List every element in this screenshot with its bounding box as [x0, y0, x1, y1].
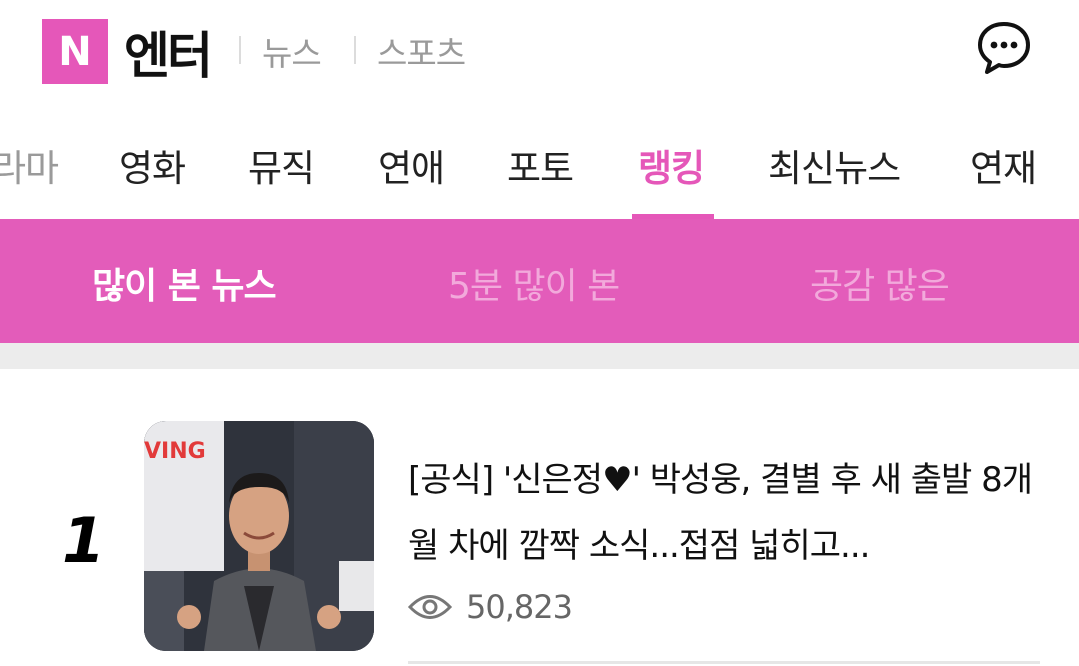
nav-item-entertainment[interactable]: 연애 — [378, 138, 445, 192]
list-divider — [408, 661, 1040, 664]
nav-item-ranking[interactable]: 랭킹 — [638, 138, 705, 192]
article-thumbnail[interactable]: VING — [144, 421, 374, 651]
rank-number: 1 — [62, 504, 106, 577]
app-header: N 엔터 뉴스 스포츠 — [0, 0, 1079, 100]
app-title[interactable]: 엔터 — [124, 16, 213, 88]
tab-most-viewed[interactable]: 많이 본 뉴스 — [92, 257, 277, 309]
sports-link[interactable]: 스포츠 — [377, 27, 466, 75]
view-count: 50,823 — [408, 583, 573, 631]
nav-item-photo[interactable]: 포토 — [507, 138, 574, 192]
nav-item-latest-news[interactable]: 최신뉴스 — [768, 138, 901, 192]
tab-5min-most-viewed[interactable]: 5분 많이 본 — [448, 257, 620, 309]
tab-most-liked[interactable]: 공감 많은 — [810, 257, 950, 309]
section-gap — [0, 343, 1079, 369]
nav-item-movie[interactable]: 영화 — [119, 138, 186, 192]
eye-icon — [408, 595, 452, 619]
comment-button[interactable] — [976, 20, 1032, 76]
news-link[interactable]: 뉴스 — [262, 27, 322, 75]
thumbnail-caption: VING — [144, 439, 206, 464]
ranking-list-item[interactable]: 1 VING [공식] '신은정♥' 박성웅, 결별 후 새 출발 8개월 차에… — [0, 369, 1079, 666]
nav-item-series[interactable]: 연재 — [970, 138, 1037, 192]
ranking-tab-bar: 많이 본 뉴스 5분 많이 본 공감 많은 — [0, 219, 1079, 343]
chat-bubble-icon — [978, 22, 1030, 74]
nav-item-music[interactable]: 뮤직 — [248, 138, 315, 192]
article-headline[interactable]: [공식] '신은정♥' 박성웅, 결별 후 새 출발 8개월 차에 깜짝 소식.… — [408, 447, 1048, 579]
divider — [239, 36, 241, 64]
naver-logo[interactable]: N — [42, 19, 108, 84]
view-count-value: 50,823 — [466, 588, 573, 626]
divider — [354, 36, 356, 64]
category-nav: 라마 영화 뮤직 연애 포토 랭킹 최신뉴스 연재 — [0, 118, 1079, 219]
nav-item-drama[interactable]: 라마 — [0, 138, 59, 192]
